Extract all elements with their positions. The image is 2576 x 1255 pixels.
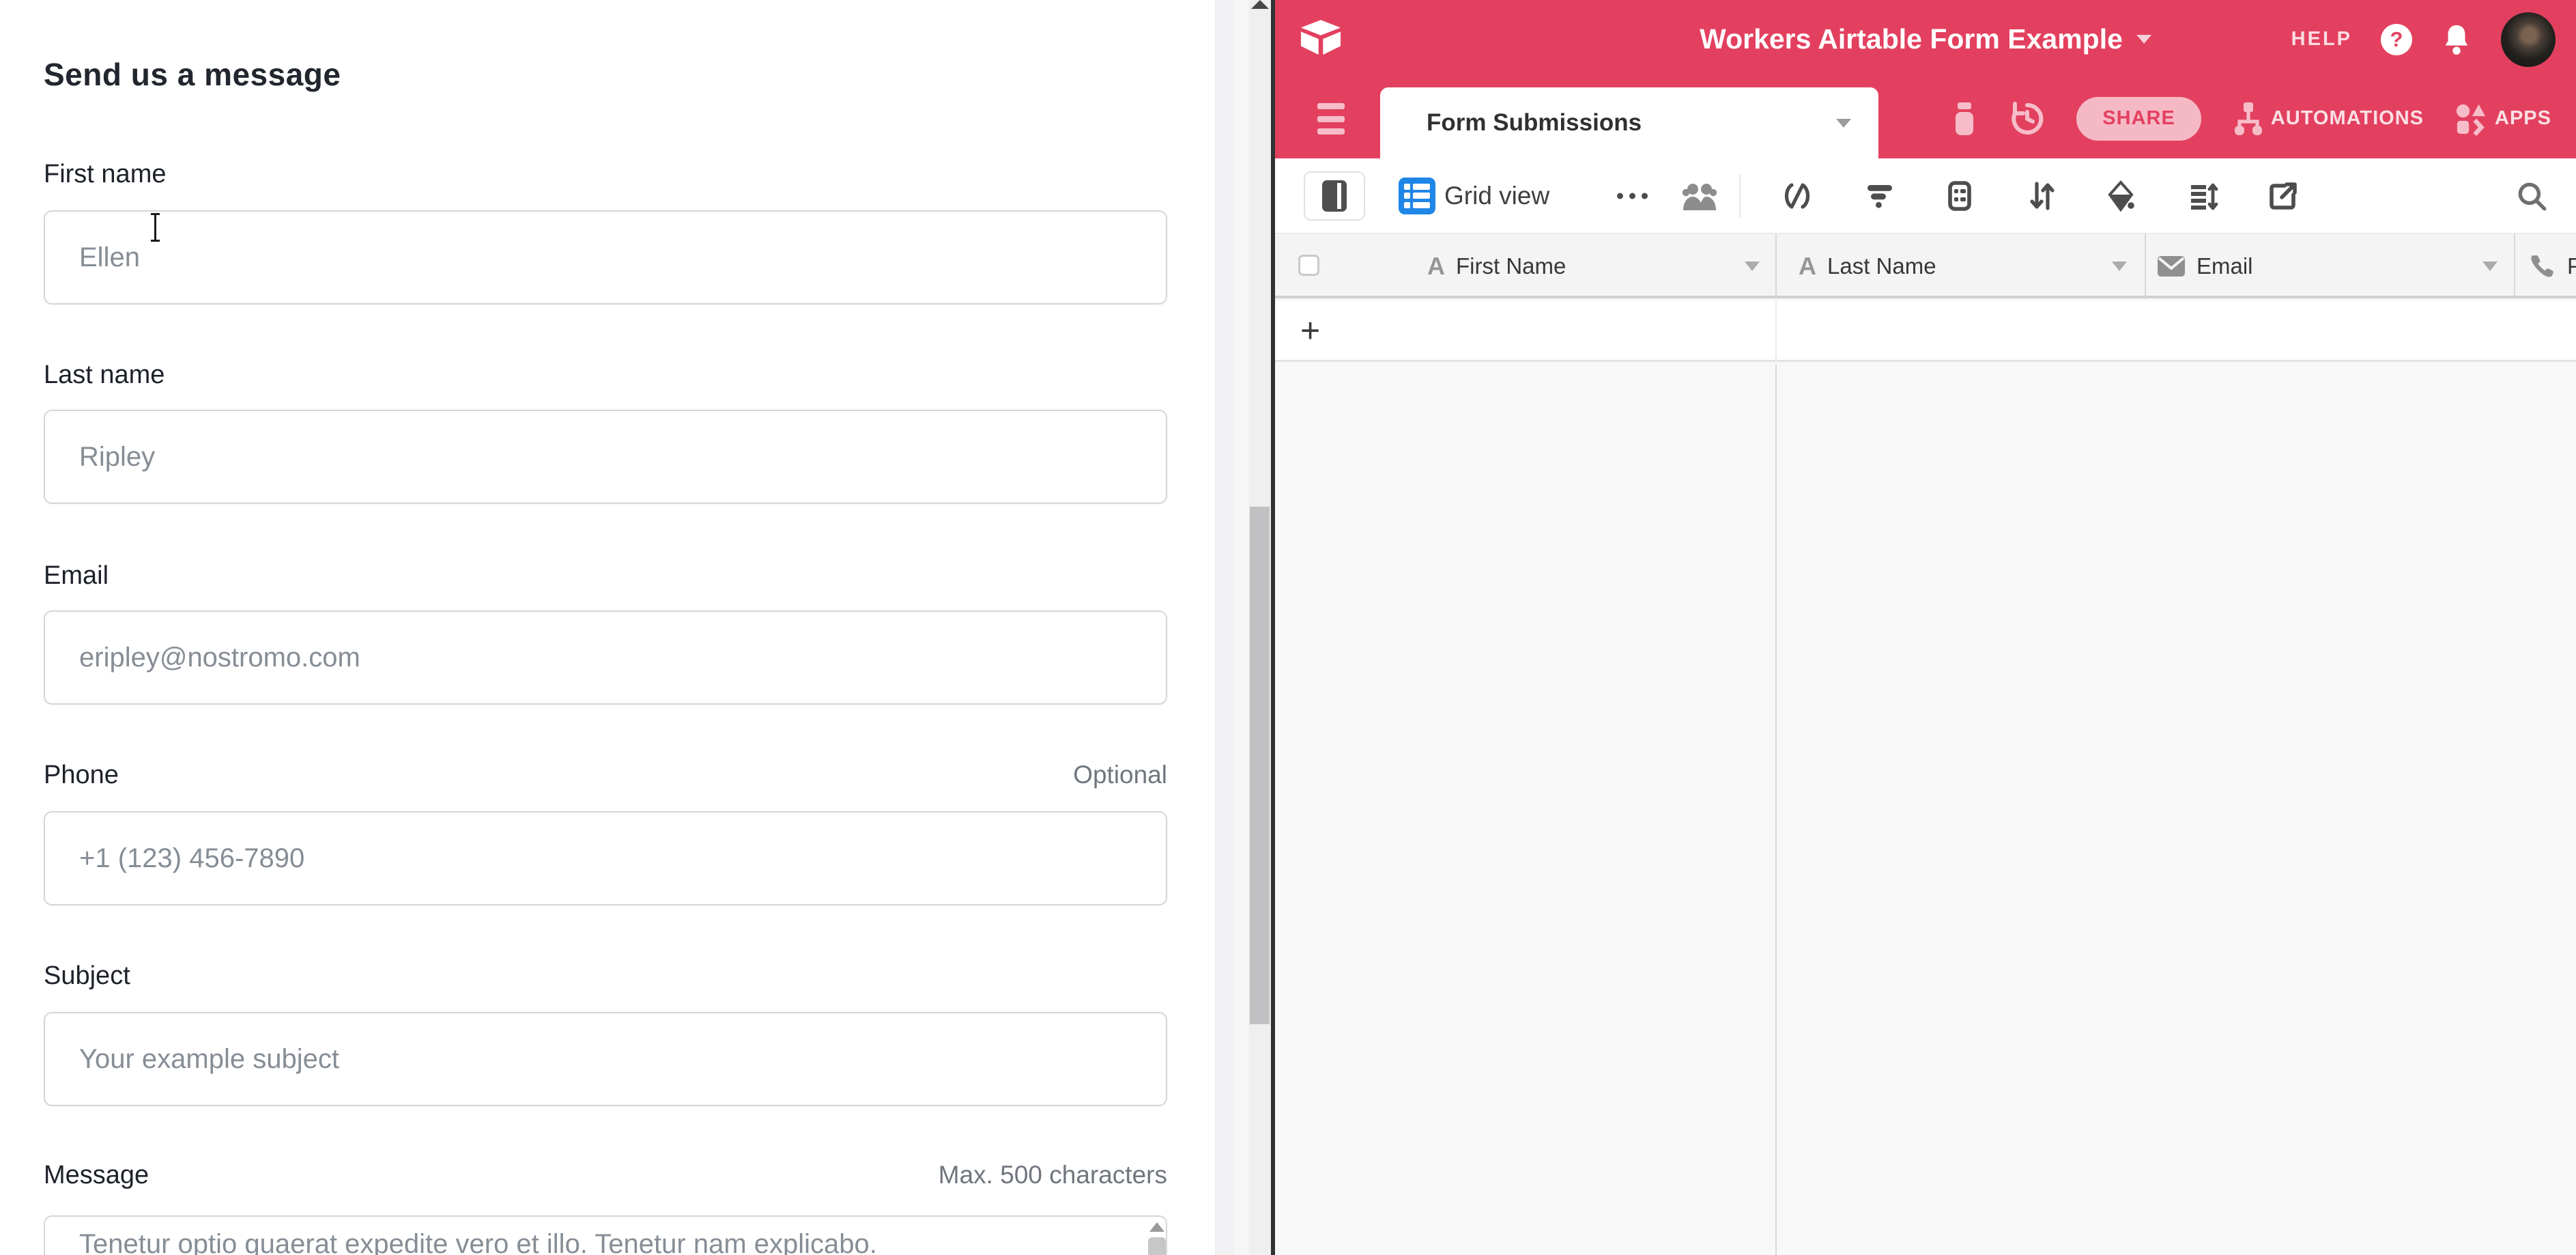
phone-icon xyxy=(2528,252,2556,281)
phone-input[interactable] xyxy=(44,811,1167,905)
frozen-column-divider xyxy=(1775,301,1777,362)
hide-fields-icon[interactable] xyxy=(1781,180,1814,212)
email-label: Email xyxy=(44,561,109,591)
base-title[interactable]: Workers Airtable Form Example xyxy=(1700,23,2123,55)
column-caret-icon[interactable] xyxy=(2112,262,2127,271)
message-maxchars-hint: Max. 500 characters xyxy=(939,1161,1167,1189)
grid-header-row: A First Name A Last Name Email xyxy=(1275,233,2576,298)
column-header-last-name[interactable]: A Last Name xyxy=(1777,234,2129,299)
view-options-ellipsis-icon[interactable] xyxy=(1617,193,1648,199)
message-label: Message xyxy=(44,1161,149,1190)
envelope-icon xyxy=(2157,255,2186,277)
sidebar-panel-icon xyxy=(1322,180,1347,212)
search-icon[interactable] xyxy=(2515,179,2549,213)
subject-input[interactable] xyxy=(44,1012,1167,1106)
tab-caret-icon[interactable] xyxy=(1836,119,1851,128)
tables-menu-icon[interactable] xyxy=(1317,103,1345,135)
first-name-input[interactable] xyxy=(44,210,1167,305)
subject-label: Subject xyxy=(44,961,130,991)
screen: Send us a message First name Last name E… xyxy=(0,0,2576,1255)
trash-icon[interactable] xyxy=(1951,101,1978,137)
column-header-phone[interactable]: Phone xyxy=(2516,234,2576,299)
view-name[interactable]: Grid view xyxy=(1444,182,1549,210)
airtable-panel: Workers Airtable Form Example HELP ? For… xyxy=(1275,0,2576,1255)
column-divider[interactable] xyxy=(2514,234,2515,299)
select-all-checkbox[interactable] xyxy=(1298,255,1319,276)
page-scrollbar-track[interactable] xyxy=(1216,0,1271,1255)
form-title: Send us a message xyxy=(44,56,341,93)
add-record-row[interactable]: + xyxy=(1275,301,2576,362)
share-view-icon[interactable] xyxy=(2267,180,2300,212)
phone-label: Phone xyxy=(44,761,119,790)
column-header-first-name[interactable]: A First Name xyxy=(1420,234,1760,299)
share-button[interactable]: SHARE xyxy=(2076,97,2201,141)
apps-icon xyxy=(2455,102,2487,136)
textarea-scrollbar-thumb[interactable] xyxy=(1148,1237,1166,1255)
notifications-bell-icon[interactable] xyxy=(2441,23,2472,57)
grid-body-empty xyxy=(1275,364,2576,1255)
message-textarea[interactable] xyxy=(44,1215,1167,1255)
first-name-label: First name xyxy=(44,160,166,189)
text-field-icon: A xyxy=(1427,252,1445,281)
airtable-topbar: Workers Airtable Form Example HELP ? xyxy=(1275,0,2576,79)
help-menu[interactable]: HELP xyxy=(2291,28,2352,51)
filter-icon[interactable] xyxy=(1863,180,1896,212)
toolbar-divider xyxy=(1739,175,1741,217)
color-icon[interactable] xyxy=(2104,180,2137,212)
base-title-caret-icon[interactable] xyxy=(2136,35,2151,44)
airtable-logo-icon[interactable] xyxy=(1298,18,1343,57)
row-height-icon[interactable] xyxy=(2187,180,2220,212)
page-scrollbar-thumb[interactable] xyxy=(1250,507,1270,1024)
email-input[interactable] xyxy=(44,610,1167,705)
history-icon[interactable] xyxy=(2009,101,2045,137)
frozen-column-divider xyxy=(1775,364,1777,1255)
add-record-plus-icon[interactable]: + xyxy=(1300,311,1320,350)
text-field-icon: A xyxy=(1799,252,1816,281)
column-caret-icon[interactable] xyxy=(1745,262,1760,271)
automations-button[interactable]: AUTOMATIONS xyxy=(2233,101,2424,137)
group-icon[interactable] xyxy=(1943,180,1976,212)
column-header-email[interactable]: Email xyxy=(2147,234,2498,299)
sort-icon[interactable] xyxy=(2026,180,2059,212)
scroll-up-arrow-icon[interactable] xyxy=(1251,0,1269,9)
column-caret-icon[interactable] xyxy=(2482,262,2498,271)
tab-form-submissions[interactable]: Form Submissions xyxy=(1380,87,1878,158)
last-name-label: Last name xyxy=(44,361,164,390)
column-divider[interactable] xyxy=(1775,234,1777,299)
help-question-icon[interactable]: ? xyxy=(2381,24,2412,55)
column-divider[interactable] xyxy=(2145,234,2146,299)
table-tabbar: Form Submissions xyxy=(1275,79,2576,158)
grid-view-icon xyxy=(1399,178,1435,214)
automations-icon xyxy=(2233,101,2263,137)
user-avatar[interactable] xyxy=(2501,12,2556,67)
last-name-input[interactable] xyxy=(44,410,1167,504)
ibeam-cursor xyxy=(149,213,160,242)
collaborators-icon[interactable] xyxy=(1680,180,1719,212)
phone-optional-hint: Optional xyxy=(1073,761,1167,789)
contact-form-panel: Send us a message First name Last name E… xyxy=(0,0,1216,1255)
view-toolbar: Grid view xyxy=(1275,158,2576,233)
textarea-scroll-up-icon[interactable] xyxy=(1149,1222,1164,1232)
apps-button[interactable]: APPS xyxy=(2455,102,2551,136)
view-sidebar-toggle-button[interactable] xyxy=(1304,171,1365,221)
